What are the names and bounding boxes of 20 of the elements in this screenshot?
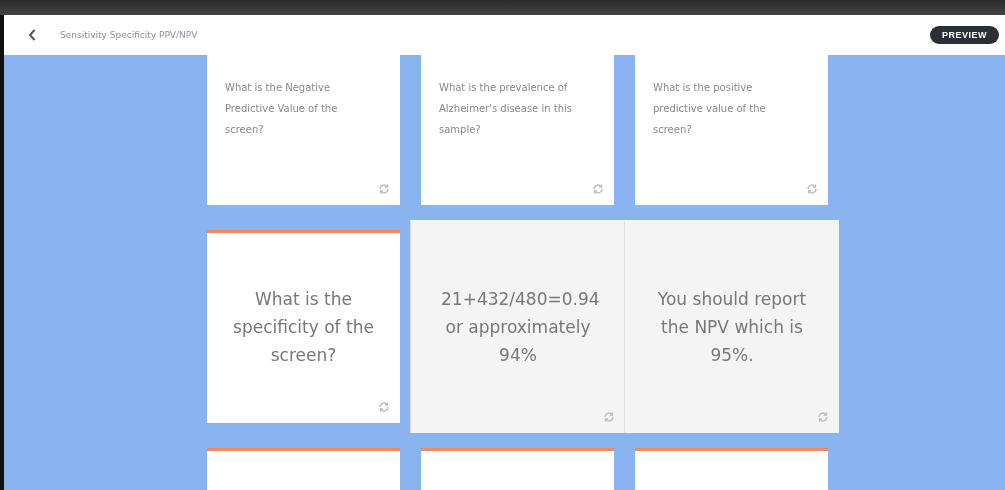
preview-button[interactable]: PREVIEW [930, 26, 999, 44]
flashcard[interactable]: What is the specificity of the screen? [207, 230, 400, 423]
flashcard[interactable]: 21+432/480=0.94 or approximately 94% [410, 220, 625, 433]
flip-icon[interactable] [378, 183, 390, 195]
flashcard[interactable]: What is the prevalence of Alzheimer's disease in this sample? [421, 55, 614, 205]
flashcard[interactable]: What is the positive predictive value of the screen? [635, 55, 828, 205]
card-text: What is the specificity of the screen? [232, 288, 375, 367]
flip-icon[interactable] [817, 411, 829, 423]
flip-icon[interactable] [592, 183, 604, 195]
card-text: What is the prevalence of Alzheimer's disease in this sample? [439, 81, 573, 137]
card-text: What is the positive predictive value of the screen? [653, 81, 767, 137]
flip-icon[interactable] [378, 401, 390, 413]
flip-icon[interactable] [603, 411, 615, 423]
set-title: Sensitivity Specificity PPV/NPV [60, 30, 199, 40]
card-text: You should report the NPV which is 95%. [656, 288, 808, 367]
flip-icon[interactable] [806, 183, 818, 195]
card-text: What is the Negative Predictive Value of the screen? [225, 81, 339, 137]
flashcard[interactable]: What is the Negative Predictive Value of the screen? [207, 55, 400, 205]
back-icon[interactable] [28, 29, 36, 41]
flashcard[interactable]: You should report the NPV which is 95%. [624, 220, 839, 433]
